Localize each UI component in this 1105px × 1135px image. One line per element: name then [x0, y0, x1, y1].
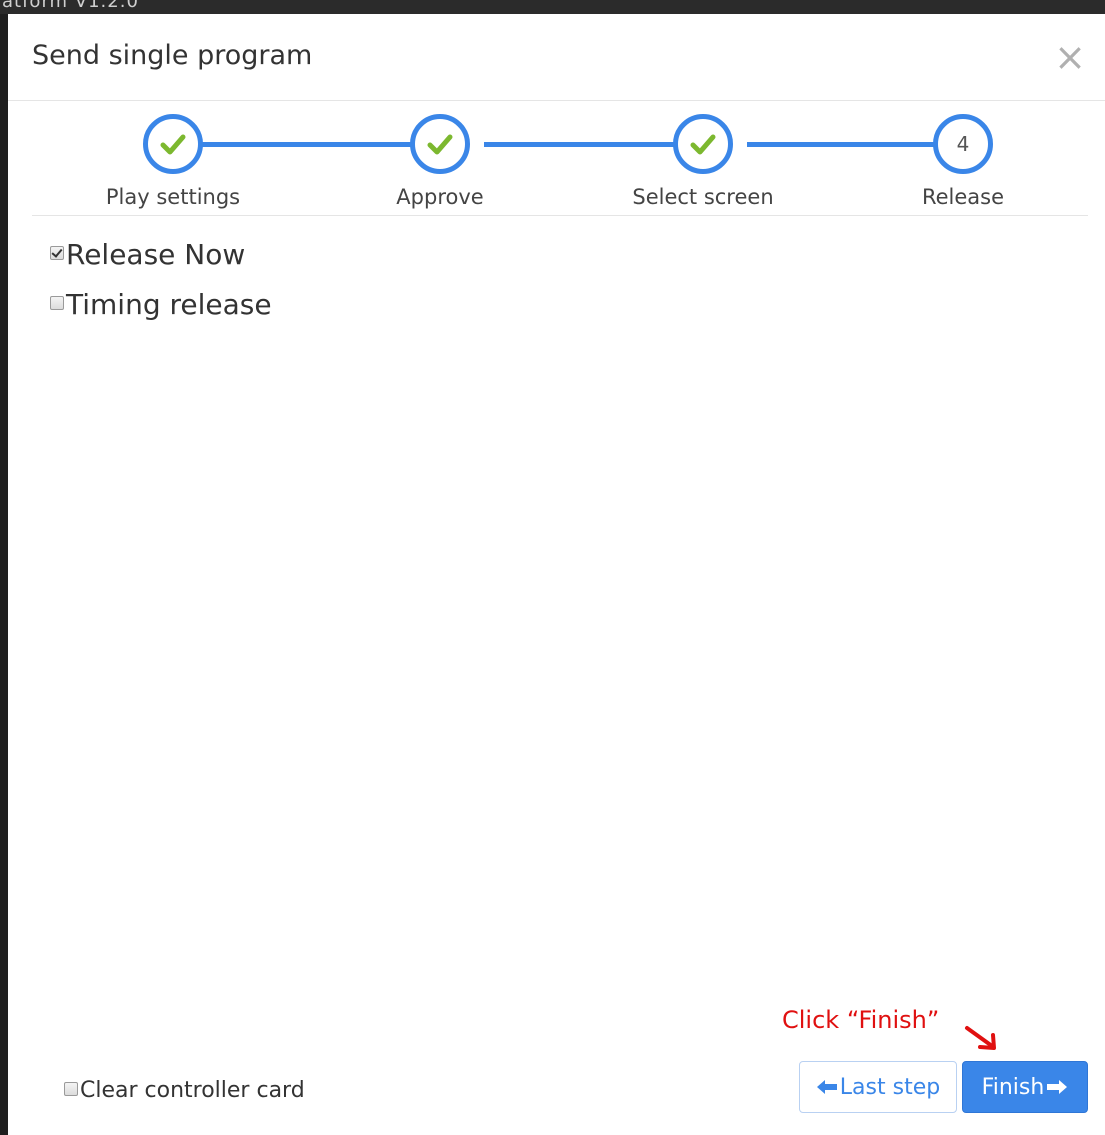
- background-window-edge: [0, 14, 8, 1135]
- step-label: Release: [921, 185, 1005, 209]
- annotation-arrow-icon: [965, 1026, 996, 1050]
- check-icon: [160, 134, 186, 155]
- clear-controller-card-label: Clear controller card: [80, 1078, 305, 1103]
- release-now-option[interactable]: Release Now: [50, 238, 245, 271]
- finish-label: Finish: [981, 1074, 1045, 1100]
- instruction-annotation: Click “Finish”: [782, 1006, 940, 1034]
- dialog-header: Send single program ×: [8, 14, 1105, 101]
- step-label: Play settings: [105, 185, 241, 209]
- close-icon[interactable]: ×: [1053, 38, 1087, 76]
- screen: atform V1.2.0 Send single program × Play…: [0, 0, 1105, 1135]
- check-icon: [427, 134, 453, 155]
- finish-button[interactable]: Finish: [962, 1061, 1088, 1113]
- timing-release-option[interactable]: Timing release: [50, 288, 272, 321]
- arrow-right-icon: [1047, 1080, 1068, 1094]
- step-select-screen[interactable]: Select screen: [603, 111, 803, 215]
- dialog-title: Send single program: [32, 40, 313, 71]
- step-approve[interactable]: Approve: [340, 111, 540, 215]
- step-circle: 4: [933, 114, 993, 174]
- arrow-left-icon: [816, 1080, 837, 1094]
- last-step-label: Last step: [839, 1074, 941, 1100]
- step-release[interactable]: 4 Release: [863, 111, 1063, 215]
- send-program-dialog: Send single program × Play settings Appr…: [8, 14, 1105, 1135]
- timing-release-checkbox[interactable]: [50, 295, 64, 310]
- timing-release-label: Timing release: [66, 288, 272, 321]
- step-circle: [410, 114, 470, 174]
- background-window-titlebar: atform V1.2.0: [0, 0, 1105, 14]
- clear-controller-card-checkbox[interactable]: [64, 1081, 78, 1096]
- release-now-checkbox[interactable]: [50, 245, 64, 260]
- background-window-title: atform V1.2.0: [2, 0, 139, 12]
- last-step-button[interactable]: Last step: [799, 1061, 957, 1113]
- release-now-label: Release Now: [66, 238, 246, 271]
- step-circle: [143, 114, 203, 174]
- step-label: Approve: [396, 185, 484, 209]
- step-label: Select screen: [632, 185, 774, 209]
- step-play-settings[interactable]: Play settings: [73, 111, 273, 215]
- clear-controller-card-option[interactable]: Clear controller card: [64, 1078, 305, 1103]
- check-icon: [690, 134, 716, 155]
- step-wizard: Play settings Approve Select screen 4 Re…: [32, 111, 1088, 216]
- step-circle: [673, 114, 733, 174]
- step-number: 4: [956, 132, 970, 156]
